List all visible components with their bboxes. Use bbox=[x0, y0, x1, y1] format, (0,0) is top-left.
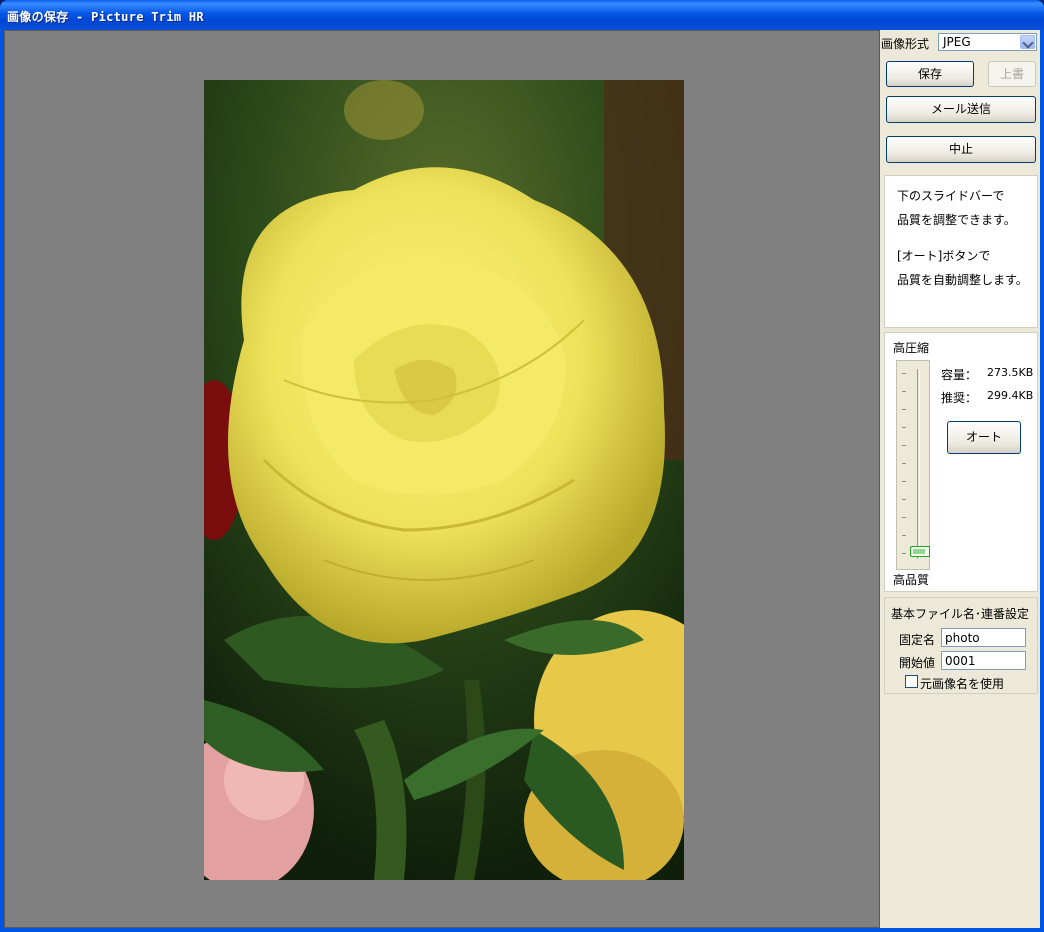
quality-group: 高圧縮 高品質 容量： 273.5KB 推奨： 299.4KB オート bbox=[884, 332, 1038, 592]
quality-slider[interactable] bbox=[896, 360, 930, 570]
slider-tick bbox=[902, 499, 906, 500]
help-line-1: 下のスライドバーで bbox=[897, 189, 1005, 203]
slider-tick bbox=[902, 517, 906, 518]
start-value-text: 0001 bbox=[945, 654, 976, 668]
recommend-value: 299.4KB bbox=[987, 389, 1034, 402]
fixed-name-label: 固定名 bbox=[899, 633, 936, 647]
slider-tick bbox=[902, 535, 906, 536]
slider-tick bbox=[902, 409, 906, 410]
start-value-input[interactable]: 0001 bbox=[941, 651, 1026, 670]
send-mail-button[interactable]: メール送信 bbox=[886, 96, 1036, 123]
fixed-name-value: photo bbox=[945, 631, 980, 645]
preview-image-yellow-rose bbox=[204, 80, 684, 880]
rose-photo-drawing bbox=[204, 80, 684, 880]
size-value: 273.5KB bbox=[987, 366, 1034, 379]
use-original-name-label[interactable]: 元画像名を使用 bbox=[920, 675, 1004, 692]
save-button[interactable]: 保存 bbox=[886, 61, 974, 87]
overwrite-button[interactable]: 上書 bbox=[988, 61, 1036, 87]
settings-panel: 画像形式 JPEG 保存 上書 メール送信 中止 下のスライドバーで 品質を調整… bbox=[880, 30, 1040, 928]
slider-tick bbox=[902, 427, 906, 428]
quality-top-label: 高圧縮 bbox=[893, 341, 930, 355]
image-preview-area bbox=[4, 30, 880, 928]
quality-bottom-label: 高品質 bbox=[893, 573, 930, 587]
format-select[interactable]: JPEG bbox=[938, 33, 1037, 51]
slider-tick bbox=[902, 481, 906, 482]
dropdown-arrow-icon[interactable] bbox=[1020, 35, 1035, 49]
auto-button[interactable]: オート bbox=[947, 421, 1021, 454]
help-line-3: [オート]ボタンで bbox=[897, 249, 991, 263]
window-title: 画像の保存 - Picture Trim HR bbox=[7, 10, 204, 24]
slider-tick bbox=[902, 553, 906, 554]
recommend-label: 推奨： bbox=[941, 391, 978, 405]
slider-tick bbox=[902, 445, 906, 446]
naming-header: 基本ファイル名･連番設定 bbox=[891, 607, 1030, 621]
help-message-box: 下のスライドバーで 品質を調整できます。 [オート]ボタンで 品質を自動調整しま… bbox=[884, 175, 1038, 328]
format-label: 画像形式 bbox=[881, 37, 930, 51]
slider-thumb[interactable] bbox=[910, 545, 930, 557]
fixed-name-input[interactable]: photo bbox=[941, 628, 1026, 647]
help-line-4: 品質を自動調整します。 bbox=[897, 273, 1028, 287]
window-body: 画像形式 JPEG 保存 上書 メール送信 中止 下のスライドバーで 品質を調整… bbox=[4, 30, 1040, 928]
use-original-name-checkbox[interactable] bbox=[905, 675, 918, 688]
slider-tick bbox=[902, 463, 906, 464]
slider-tick bbox=[902, 391, 906, 392]
file-naming-group: 基本ファイル名･連番設定 固定名 photo 開始値 0001 元画像名を使用 bbox=[884, 597, 1038, 694]
size-label: 容量： bbox=[941, 368, 978, 382]
format-selected-value: JPEG bbox=[943, 35, 971, 49]
slider-channel bbox=[917, 369, 920, 559]
stop-button[interactable]: 中止 bbox=[886, 136, 1036, 163]
title-bar[interactable]: 画像の保存 - Picture Trim HR bbox=[0, 0, 1044, 30]
start-value-label: 開始値 bbox=[899, 656, 936, 670]
help-line-2: 品質を調整できます。 bbox=[897, 213, 1016, 227]
slider-tick bbox=[902, 373, 906, 374]
save-image-window: 画像の保存 - Picture Trim HR 画像形式 JPEG 保存 上書 … bbox=[0, 0, 1044, 932]
